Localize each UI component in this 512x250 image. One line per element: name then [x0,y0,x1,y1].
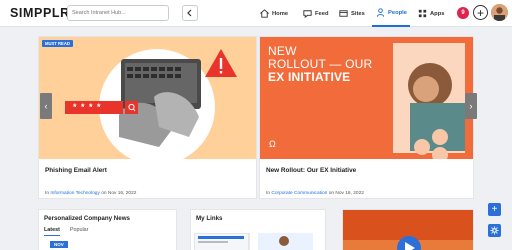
carousel-prev-button[interactable]: ‹ [40,93,52,119]
password-field-mask: * * * * [73,102,102,112]
widget-video[interactable] [342,209,474,250]
notifications-badge[interactable]: 9 [457,7,469,19]
video-thumbnail [343,210,473,250]
headline-line-3: EX INITIATIVE [268,70,351,84]
nav-apps-label: Apps [430,10,445,17]
app-logo[interactable]: SIMPPLR [10,6,70,20]
chevron-right-icon: › [469,101,473,111]
nav-sites[interactable]: Sites [335,0,368,27]
nav-feed[interactable]: Feed [299,0,332,27]
card-title[interactable]: New Rollout: Our EX Initiative [266,167,356,174]
tab-popular[interactable]: Popular [70,227,89,236]
news-tabs: Latest Popular [44,227,88,236]
collapse-button[interactable] [182,5,198,21]
plus-icon: + [476,5,484,20]
nav-home[interactable]: Home [256,0,291,27]
nav-people[interactable]: People [372,0,411,27]
sites-icon [339,10,348,17]
rollout-logo-mark: Ω [269,139,276,149]
meta-date: on Nov 16, 2022 [101,191,137,196]
site-link[interactable]: Information Technology [50,191,100,196]
widget-title: My Links [196,215,223,222]
nav-feed-label: Feed [315,10,329,17]
meta-prefix: In [266,191,271,196]
nav-sites-label: Sites [351,10,365,17]
gear-icon [490,226,499,235]
nav-people-label: People [388,9,408,16]
home-icon [260,9,269,18]
links-thumbnails [194,233,313,250]
rollout-hero-image: NEW ROLLOUT — OUR EX INITIATIVE Ω [260,37,473,159]
meta-prefix: In [45,191,50,196]
card-meta: In Information Technology on Nov 16, 202… [45,191,136,196]
plus-icon: + [491,204,498,215]
carousel-next-button[interactable]: › [465,93,477,119]
chevron-left-icon: ‹ [44,101,48,111]
floating-add-button[interactable]: + [488,203,501,216]
carousel-card-rollout[interactable]: NEW ROLLOUT — OUR EX INITIATIVE Ω New Ro… [259,36,474,199]
top-navigation-bar: SIMPPLR Home Feed Sites People Apps 9 + [0,0,512,27]
nav-home-label: Home [272,10,289,17]
card-title[interactable]: Phishing Email Alert [45,167,107,174]
rollout-headline: NEW ROLLOUT — OUR EX INITIATIVE [268,45,372,84]
user-avatar[interactable] [491,4,508,21]
phishing-hero-image: MUST READ * * * * [39,37,256,159]
tab-latest[interactable]: Latest [44,227,60,236]
carousel-card-phishing[interactable]: MUST READ * * * * Phishing Email Alert I… [38,36,257,199]
apps-icon [418,9,427,18]
must-read-badge: MUST READ [42,40,73,47]
nav-apps[interactable]: Apps [414,0,448,27]
widget-my-links: My Links [190,209,326,250]
news-date-badge: NOV [50,241,68,248]
widget-company-news: Personalized Company News Latest Popular… [38,209,177,250]
people-icon [376,8,385,17]
avatar-image [491,4,508,21]
search-input[interactable] [72,10,168,16]
search-box[interactable] [67,5,169,21]
widget-title: Personalized Company News [44,215,130,222]
create-button[interactable]: + [473,5,488,20]
floating-settings-button[interactable] [488,224,501,237]
chevron-left-icon [187,9,192,17]
feed-icon [303,10,312,19]
phishing-illustration [65,49,237,159]
card-meta: In Corporate Communication on Nov 16, 20… [266,191,364,196]
site-link[interactable]: Corporate Communication [271,191,327,196]
meta-date: on Nov 16, 2022 [328,191,364,196]
